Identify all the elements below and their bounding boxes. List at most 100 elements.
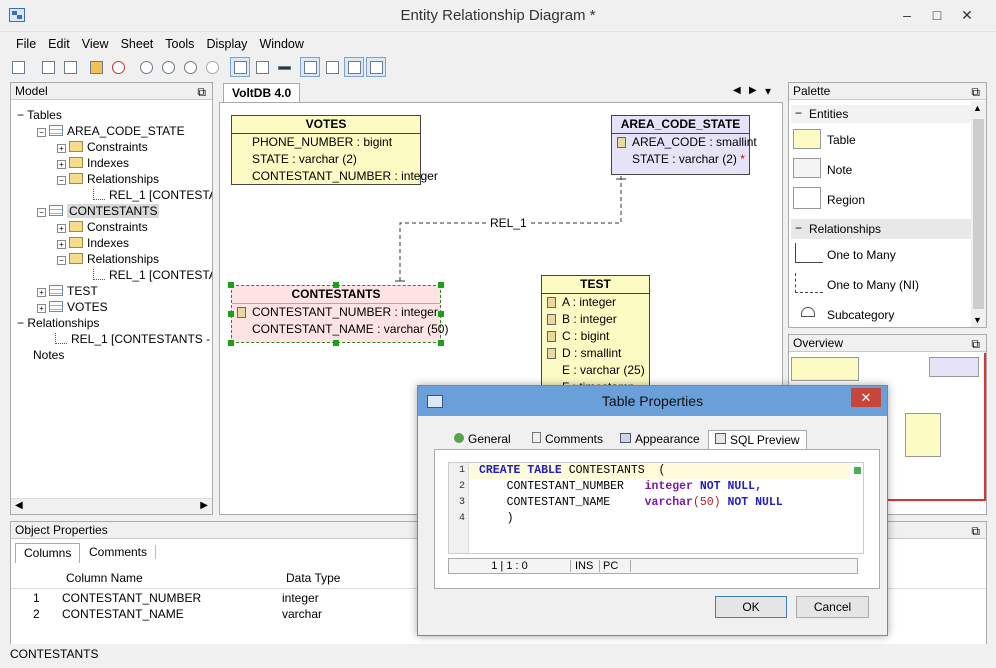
collapse-icon[interactable]: − bbox=[795, 221, 802, 235]
maximize-icon[interactable]: □ bbox=[922, 0, 952, 30]
expand-icon[interactable]: + bbox=[37, 288, 46, 297]
palette-item-one-to-many[interactable]: One to Many bbox=[827, 248, 896, 262]
menu-window[interactable]: Window bbox=[253, 34, 309, 54]
table-test[interactable]: TEST A : integer B : integer C : bigint … bbox=[541, 275, 650, 395]
resize-handle[interactable] bbox=[228, 340, 234, 346]
resize-handle[interactable] bbox=[228, 282, 234, 288]
page-setup-icon[interactable] bbox=[60, 57, 80, 77]
palette-relationships-header[interactable]: − Relationships bbox=[791, 219, 971, 239]
display-columns-icon[interactable] bbox=[252, 57, 272, 77]
horizontal-scrollbar[interactable]: ◀ ▶ bbox=[11, 498, 212, 514]
tab-appearance[interactable]: Appearance bbox=[614, 430, 706, 450]
table-cell[interactable]: integer bbox=[282, 591, 319, 605]
tree-item[interactable]: − Relationships bbox=[57, 252, 159, 266]
expand-icon[interactable]: + bbox=[37, 304, 46, 313]
layer-icon[interactable] bbox=[86, 57, 106, 77]
expand-icon[interactable]: + bbox=[57, 224, 66, 233]
tree-item[interactable]: REL_1 [CONTESTANT bbox=[93, 188, 212, 202]
table-cell[interactable]: CONTESTANT_NAME bbox=[62, 607, 184, 621]
expand-icon[interactable]: + bbox=[57, 160, 66, 169]
relationship-label[interactable]: REL_1 bbox=[488, 216, 529, 230]
scroll-up-icon[interactable]: ▲ bbox=[973, 103, 982, 113]
column-header[interactable]: Data Type bbox=[286, 571, 340, 585]
dialog-close-icon[interactable]: ✕ bbox=[851, 388, 881, 407]
tab-comments[interactable]: Comments bbox=[526, 430, 609, 450]
restore-icon[interactable]: ⧉ bbox=[971, 524, 980, 539]
tree-item[interactable]: − AREA_CODE_STATE bbox=[37, 124, 185, 138]
resize-handle[interactable] bbox=[438, 282, 444, 288]
zoom-fit-icon[interactable] bbox=[136, 57, 156, 77]
minimize-icon[interactable]: – bbox=[892, 0, 922, 30]
print-icon[interactable] bbox=[38, 57, 58, 77]
restore-icon[interactable]: ⧉ bbox=[971, 85, 980, 100]
show-types-icon[interactable] bbox=[300, 57, 320, 77]
tab-general[interactable]: General bbox=[448, 430, 517, 450]
tree-item[interactable]: − CONTESTANTS bbox=[37, 204, 160, 218]
expand-icon[interactable]: + bbox=[57, 144, 66, 153]
tab-voltdb[interactable]: VoltDB 4.0 bbox=[223, 83, 301, 102]
table-area-code-state[interactable]: AREA_CODE_STATE AREA_CODE : smallint STA… bbox=[611, 115, 757, 175]
palette-item-one-to-many-ni[interactable]: One to Many (NI) bbox=[827, 278, 919, 292]
table-cell[interactable]: CONTESTANT_NUMBER bbox=[62, 591, 201, 605]
menu-display[interactable]: Display bbox=[200, 34, 253, 54]
tree-item[interactable]: + Indexes bbox=[57, 236, 129, 250]
show-comments-icon[interactable] bbox=[366, 57, 386, 77]
restore-icon[interactable]: ⧉ bbox=[197, 85, 206, 100]
expand-icon[interactable]: + bbox=[57, 240, 66, 249]
table-votes[interactable]: VOTES PHONE_NUMBER : bigint STATE : varc… bbox=[231, 115, 438, 185]
menu-sheet[interactable]: Sheet bbox=[115, 34, 160, 54]
palette-item-table[interactable]: Table bbox=[827, 133, 856, 147]
palette-entities-header[interactable]: − Entities bbox=[791, 105, 971, 123]
display-table-icon[interactable] bbox=[230, 57, 250, 77]
palette-item-note[interactable]: Note bbox=[827, 163, 852, 177]
tree-item[interactable]: − Tables bbox=[17, 108, 62, 122]
tab-next-icon[interactable]: ▶ bbox=[749, 85, 757, 96]
tab-comments[interactable]: Comments bbox=[81, 545, 157, 559]
tab-columns[interactable]: Columns bbox=[15, 543, 81, 563]
collapse-icon[interactable]: − bbox=[37, 208, 46, 217]
display-header-icon[interactable] bbox=[274, 57, 294, 77]
tree-item[interactable]: REL_1 [CONTESTANT bbox=[93, 268, 212, 282]
scroll-thumb[interactable] bbox=[973, 119, 984, 309]
stop-icon[interactable] bbox=[108, 57, 128, 77]
collapse-icon[interactable]: − bbox=[57, 256, 66, 265]
tree-item[interactable]: Notes bbox=[33, 348, 64, 362]
scroll-right-icon[interactable]: ▶ bbox=[200, 500, 208, 511]
cancel-button[interactable]: Cancel bbox=[796, 596, 869, 618]
tree-item[interactable]: + TEST bbox=[37, 284, 98, 298]
tree-item[interactable]: REL_1 [CONTESTANTS - ARE bbox=[55, 332, 212, 346]
tree-item[interactable]: − Relationships bbox=[57, 172, 159, 186]
collapse-icon[interactable]: − bbox=[17, 108, 24, 122]
scroll-left-icon[interactable]: ◀ bbox=[15, 500, 23, 511]
tree-item[interactable]: − Relationships bbox=[17, 316, 99, 330]
show-null-icon[interactable] bbox=[322, 57, 342, 77]
save-icon[interactable] bbox=[8, 57, 28, 77]
table-contestants[interactable]: CONTESTANTS CONTESTANT_NUMBER : integer … bbox=[231, 285, 448, 343]
show-keys-icon[interactable] bbox=[344, 57, 364, 77]
collapse-icon[interactable]: − bbox=[57, 176, 66, 185]
resize-handle[interactable] bbox=[228, 311, 234, 317]
ok-button[interactable]: OK bbox=[715, 596, 787, 618]
tree-item[interactable]: + Constraints bbox=[57, 220, 148, 234]
resize-handle[interactable] bbox=[333, 282, 339, 288]
tab-sql-preview[interactable]: SQL Preview bbox=[708, 430, 807, 450]
tree-item[interactable]: + Indexes bbox=[57, 156, 129, 170]
vertical-scrollbar[interactable]: ▲ ▼ bbox=[971, 101, 986, 327]
collapse-icon[interactable]: − bbox=[37, 128, 46, 137]
menu-view[interactable]: View bbox=[76, 34, 115, 54]
menu-edit[interactable]: Edit bbox=[42, 34, 76, 54]
resize-handle[interactable] bbox=[333, 340, 339, 346]
resize-handle[interactable] bbox=[438, 311, 444, 317]
zoom-out-icon[interactable] bbox=[180, 57, 200, 77]
tree-item[interactable]: + Constraints bbox=[57, 140, 148, 154]
collapse-icon[interactable]: − bbox=[795, 106, 802, 120]
menu-file[interactable]: File bbox=[10, 34, 42, 54]
zoom-reset-icon[interactable] bbox=[202, 57, 222, 77]
palette-item-region[interactable]: Region bbox=[827, 193, 865, 207]
resize-handle[interactable] bbox=[438, 340, 444, 346]
collapse-icon[interactable]: − bbox=[17, 316, 24, 330]
sql-editor[interactable]: 1 2 3 4 CREATE TABLE CONTESTANTS ( CONTE… bbox=[448, 462, 864, 554]
menu-tools[interactable]: Tools bbox=[159, 34, 200, 54]
scroll-down-icon[interactable]: ▼ bbox=[973, 315, 982, 325]
tab-prev-icon[interactable]: ◀ bbox=[733, 85, 741, 96]
